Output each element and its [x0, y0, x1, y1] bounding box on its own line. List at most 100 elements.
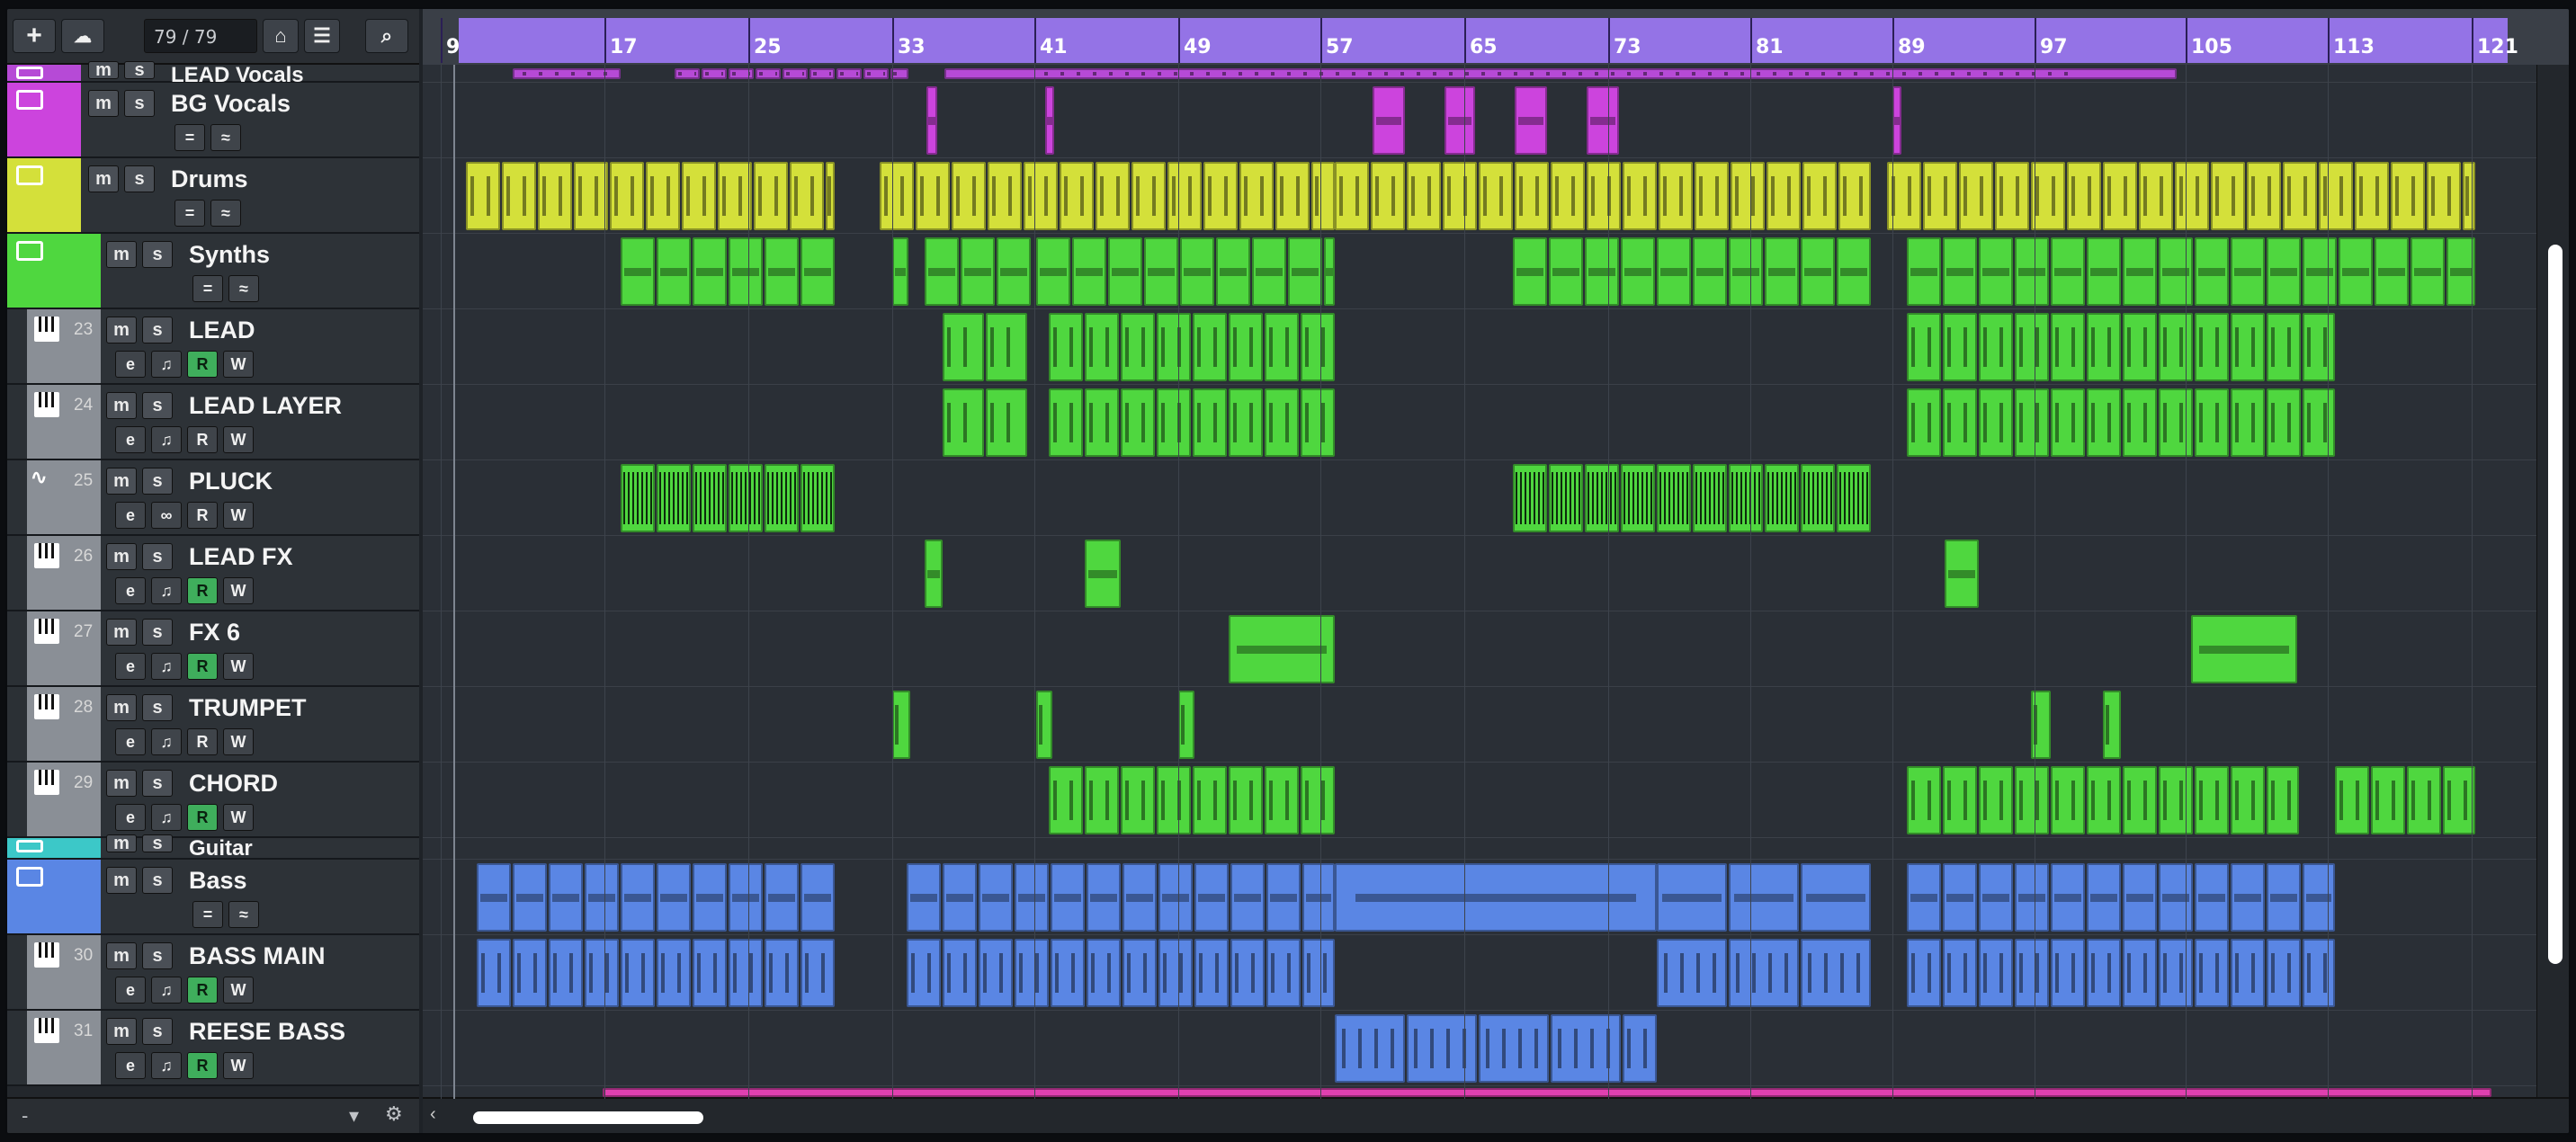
vertical-scroll-thumb[interactable] — [2548, 245, 2563, 964]
midi-part[interactable] — [2051, 388, 2085, 457]
solo-button[interactable]: s — [124, 90, 155, 117]
midi-part[interactable] — [801, 863, 835, 932]
midi-part[interactable] — [2463, 162, 2475, 230]
midi-part[interactable] — [2195, 863, 2229, 932]
edit-instrument-button[interactable]: e — [115, 426, 146, 453]
midi-part[interactable] — [657, 939, 691, 1007]
midi-part[interactable] — [1239, 162, 1274, 230]
midi-part[interactable] — [1943, 237, 1977, 306]
write-automation-button[interactable]: W — [223, 977, 254, 1004]
write-automation-button[interactable]: W — [223, 653, 254, 680]
midi-part[interactable] — [1979, 939, 2013, 1007]
track-lane[interactable] — [423, 536, 2536, 611]
midi-part[interactable] — [1193, 388, 1227, 457]
track-header[interactable]: m s Guitar — [7, 834, 419, 861]
edit-instrument-button[interactable]: e — [115, 653, 146, 680]
audio-event[interactable] — [729, 464, 763, 532]
midi-part[interactable] — [2015, 237, 2049, 306]
midi-part[interactable] — [585, 863, 619, 932]
horizontal-scrollbar[interactable]: ‹ — [423, 1097, 2569, 1133]
solo-button[interactable]: s — [142, 867, 173, 894]
track-header[interactable]: m s Synths = ≈ — [7, 234, 419, 309]
mute-button[interactable]: m — [106, 619, 137, 646]
midi-part[interactable] — [1657, 863, 1727, 932]
midi-part[interactable] — [2231, 863, 2265, 932]
midi-part[interactable] — [1158, 863, 1193, 932]
midi-part[interactable] — [1229, 388, 1263, 457]
midi-part[interactable] — [2087, 766, 2121, 834]
automation-toggle-button[interactable]: ≈ — [228, 275, 259, 302]
midi-part[interactable] — [1657, 939, 1727, 1007]
solo-button[interactable]: s — [142, 834, 173, 853]
midi-part[interactable] — [1252, 237, 1286, 306]
midi-part[interactable] — [1623, 162, 1657, 230]
solo-button[interactable]: s — [142, 694, 173, 721]
add-track-preset-button[interactable]: ☁ — [61, 19, 104, 53]
track-lanes[interactable] — [423, 65, 2536, 1099]
track-lane[interactable] — [423, 838, 2536, 860]
write-automation-button[interactable]: W — [223, 502, 254, 529]
midi-part[interactable] — [621, 939, 655, 1007]
midi-part[interactable] — [2087, 313, 2121, 381]
audio-event[interactable] — [1765, 464, 1799, 532]
track-name[interactable]: Synths — [189, 241, 270, 269]
gear-icon[interactable]: ⚙ — [385, 1102, 403, 1126]
midi-part[interactable] — [986, 313, 1027, 381]
midi-part[interactable] — [892, 691, 910, 759]
midi-part[interactable] — [1085, 540, 1121, 608]
midi-part[interactable] — [863, 68, 889, 79]
midi-part[interactable] — [2123, 313, 2157, 381]
track-name[interactable]: FX 6 — [189, 619, 240, 647]
midi-part[interactable] — [2015, 388, 2049, 457]
midi-part[interactable] — [549, 939, 583, 1007]
keyboard-icon[interactable]: ♫ — [151, 577, 182, 604]
midi-part[interactable] — [1096, 162, 1130, 230]
audio-event[interactable] — [1513, 464, 1547, 532]
midi-part[interactable] — [1801, 939, 1871, 1007]
midi-part[interactable] — [880, 162, 914, 230]
midi-part[interactable] — [1288, 237, 1322, 306]
read-automation-button[interactable]: R — [187, 653, 218, 680]
midi-part[interactable] — [1659, 162, 1693, 230]
midi-part[interactable] — [1265, 766, 1299, 834]
midi-part[interactable] — [2195, 939, 2229, 1007]
midi-part[interactable] — [477, 863, 511, 932]
midi-part[interactable] — [2123, 939, 2157, 1007]
mute-button[interactable]: m — [106, 834, 137, 853]
midi-part[interactable] — [801, 939, 835, 1007]
midi-part[interactable] — [502, 162, 536, 230]
midi-part[interactable] — [1585, 237, 1619, 306]
midi-part[interactable] — [2195, 237, 2229, 306]
chevron-down-icon[interactable]: ▾ — [349, 1104, 359, 1128]
automation-toggle-button[interactable]: ≈ — [210, 200, 241, 227]
midi-part[interactable] — [943, 388, 984, 457]
midi-part[interactable] — [1087, 863, 1121, 932]
edit-instrument-button[interactable]: e — [115, 728, 146, 755]
edit-instrument-button[interactable]: e — [115, 577, 146, 604]
midi-part[interactable] — [1015, 939, 1049, 1007]
midi-part[interactable] — [2319, 162, 2353, 230]
midi-part[interactable] — [1943, 313, 1977, 381]
midi-part[interactable] — [907, 939, 941, 1007]
track-name[interactable]: LEAD — [189, 317, 255, 344]
midi-part[interactable] — [765, 939, 799, 1007]
midi-part[interactable] — [621, 237, 655, 306]
audio-event[interactable] — [1585, 464, 1619, 532]
midi-part[interactable] — [765, 237, 799, 306]
midi-part[interactable] — [1049, 766, 1083, 834]
midi-part[interactable] — [2087, 237, 2121, 306]
midi-part[interactable] — [943, 313, 984, 381]
midi-part[interactable] — [1167, 162, 1202, 230]
midi-part[interactable] — [2159, 237, 2193, 306]
midi-part[interactable] — [729, 237, 763, 306]
midi-part[interactable] — [986, 388, 1027, 457]
solo-button[interactable]: s — [142, 392, 173, 419]
midi-part[interactable] — [1907, 237, 1941, 306]
midi-part[interactable] — [1801, 237, 1835, 306]
track-lane[interactable] — [423, 687, 2536, 763]
midi-part[interactable] — [2267, 766, 2299, 834]
track-header[interactable]: 29 m s CHORD e ♫ R W — [7, 763, 419, 838]
folder-settings-button[interactable]: = — [192, 275, 223, 302]
midi-part[interactable] — [1301, 766, 1335, 834]
midi-part[interactable] — [1045, 86, 1054, 155]
